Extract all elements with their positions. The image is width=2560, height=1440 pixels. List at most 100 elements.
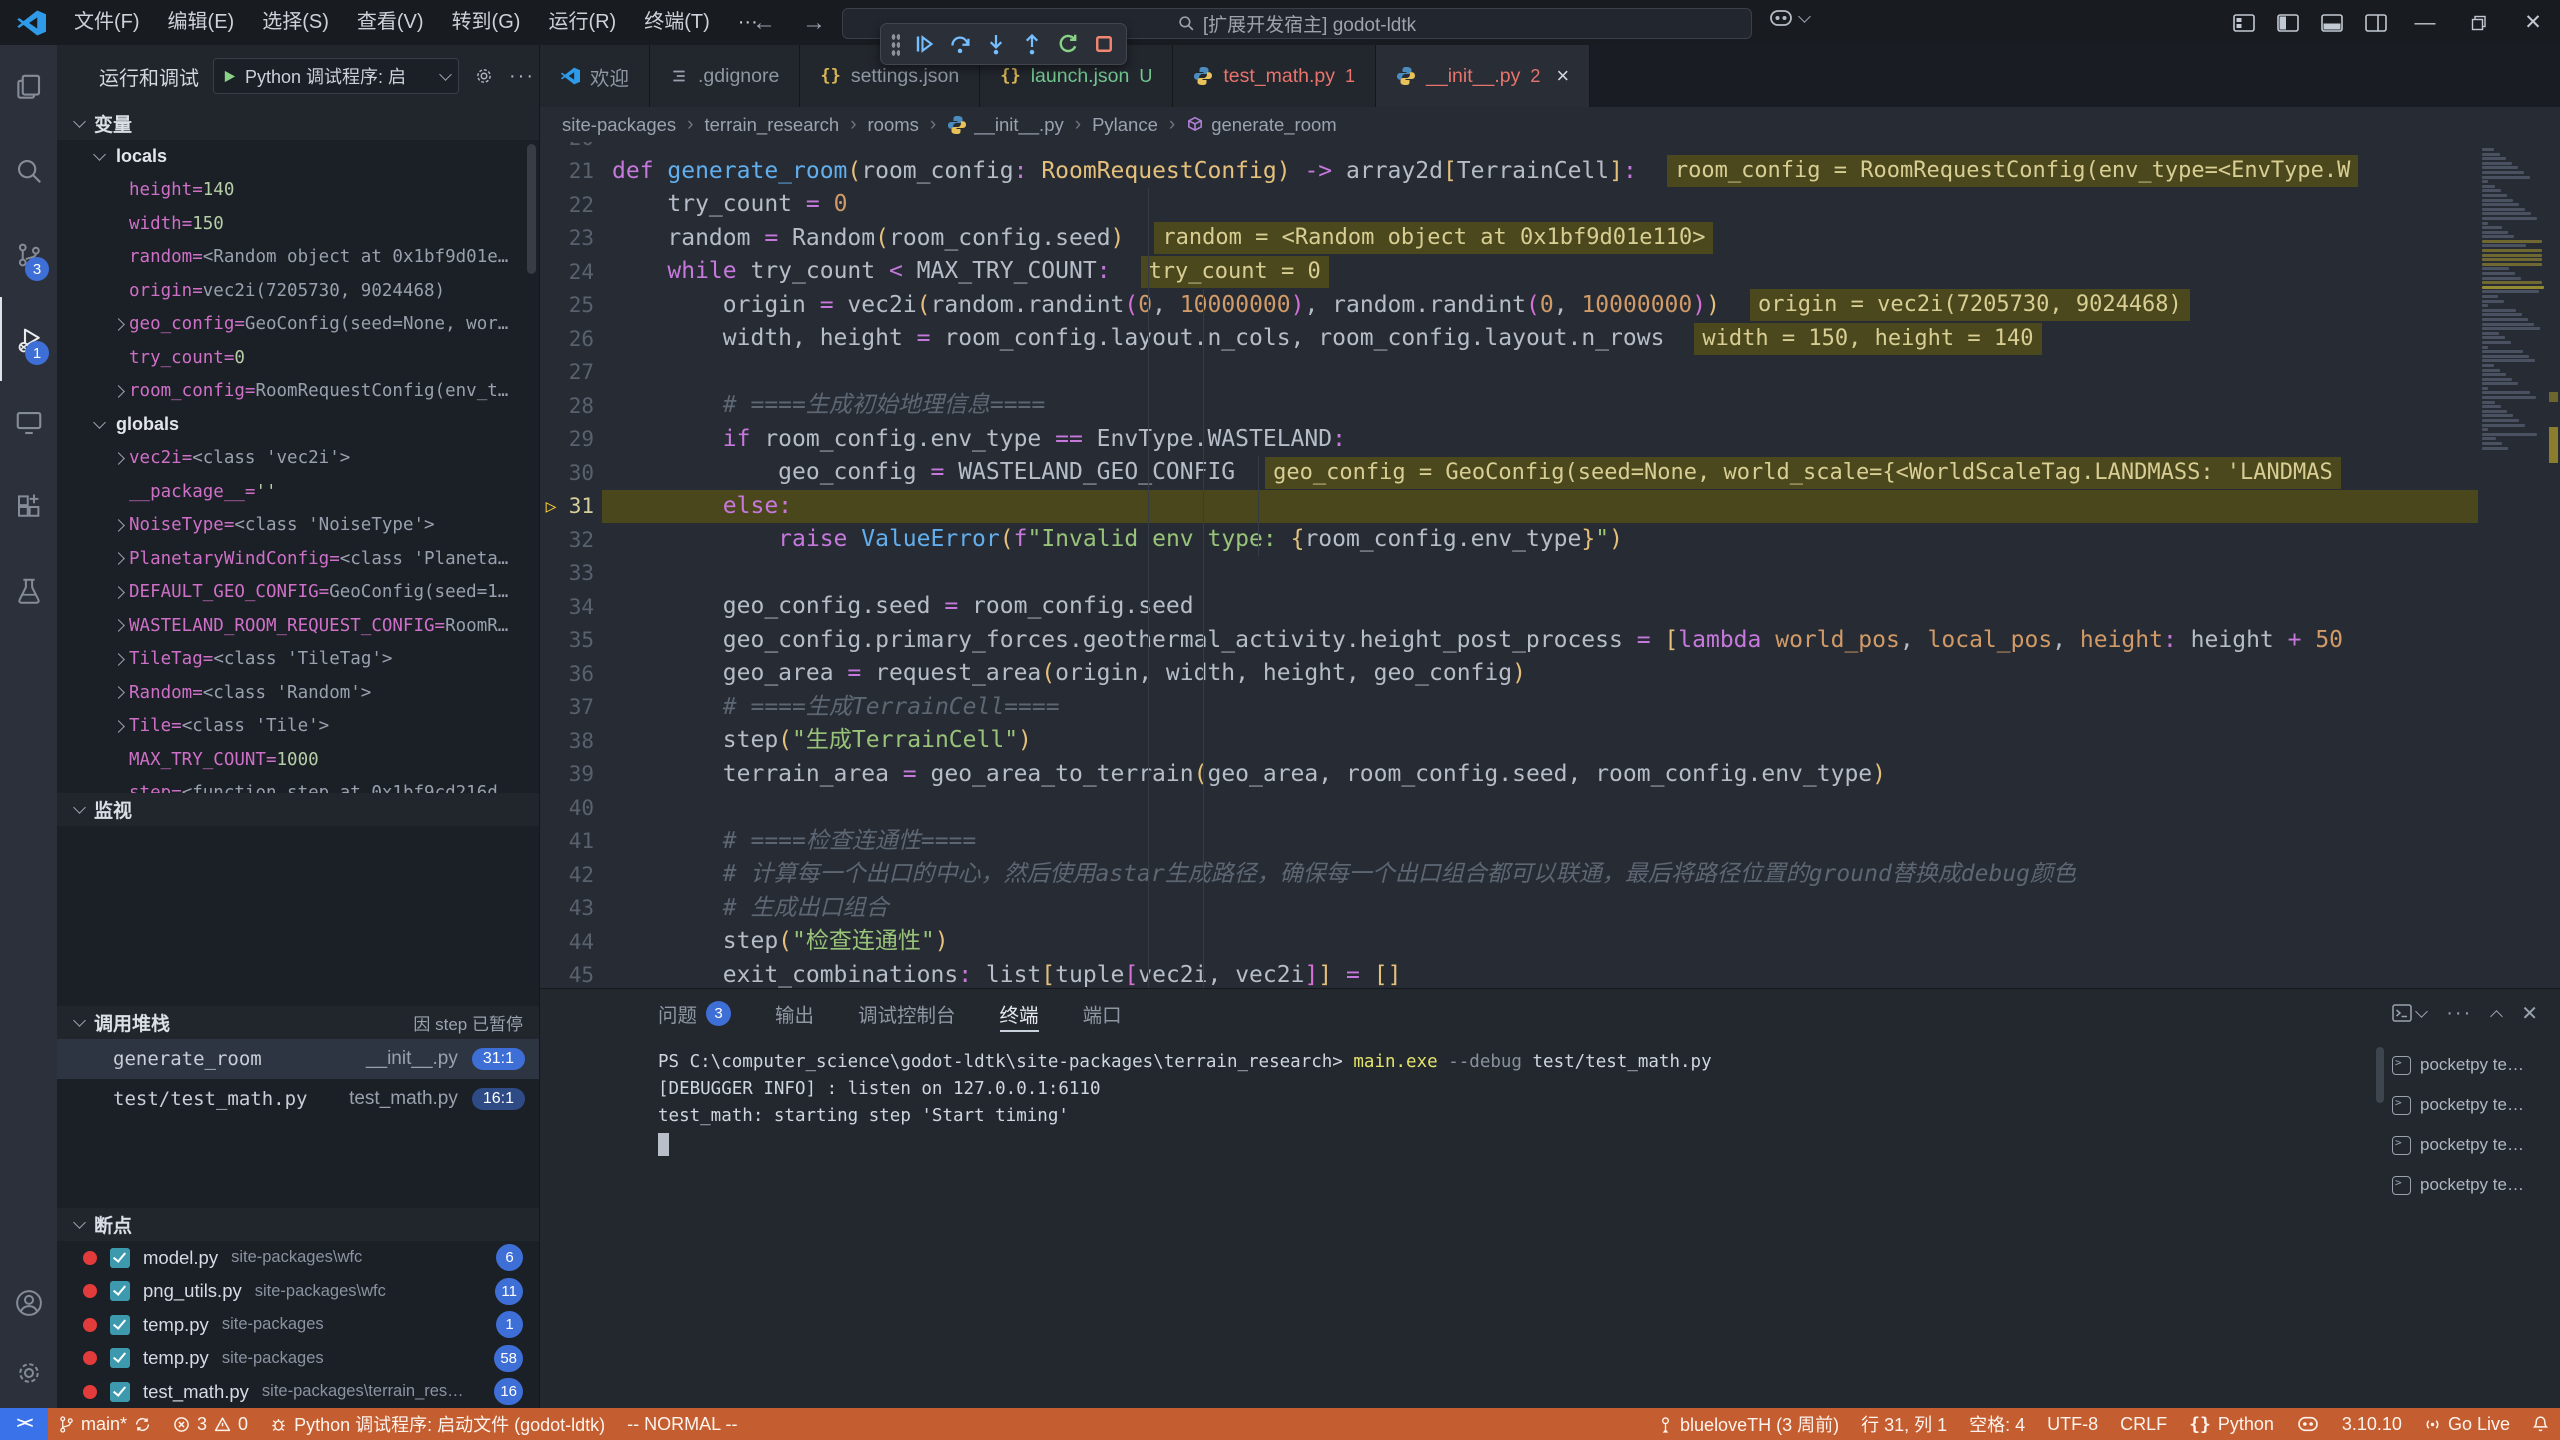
terminal-instance-item[interactable]: pocketpy te… [2392, 1085, 2550, 1125]
line-gutter[interactable]: 41 [540, 825, 602, 859]
variable-row[interactable]: __package__ = '' [57, 475, 539, 509]
menu-item[interactable]: 终端(T) [630, 0, 724, 45]
variable-row[interactable]: NoiseType = <class 'NoiseType'> [57, 509, 539, 543]
menu-item[interactable]: 编辑(E) [154, 0, 249, 45]
code-line[interactable]: 36 geo_area = request_area(origin, width… [540, 657, 2560, 691]
breakpoint-checkbox[interactable] [110, 1382, 130, 1402]
code-line[interactable]: 25 origin = vec2i(random.randint(0, 1000… [540, 289, 2560, 323]
terminal-output[interactable]: PS C:\computer_science\godot-ldtk\site-p… [540, 1037, 2560, 1156]
line-gutter[interactable]: 34 [540, 590, 602, 624]
variables-group-globals[interactable]: globals [57, 408, 539, 442]
breakpoint-row[interactable]: temp.pysite-packages58 [57, 1342, 539, 1376]
debug-step-into-button[interactable] [984, 32, 1008, 56]
variable-row[interactable]: try_count = 0 [57, 341, 539, 375]
activity-remote-explorer-icon[interactable] [0, 381, 57, 465]
line-gutter[interactable]: ▷31 [540, 490, 602, 524]
encoding-item[interactable]: UTF-8 [2036, 1408, 2109, 1440]
variable-row[interactable]: DEFAULT_GEO_CONFIG = GeoConfig(seed=1… [57, 576, 539, 610]
git-blame-item[interactable]: blueloveTH (3 周前) [1647, 1408, 1850, 1440]
cursor-position-item[interactable]: 行 31, 列 1 [1850, 1408, 1958, 1440]
code-line[interactable]: 45 exit_combinations: list[tuple[vec2i, … [540, 959, 2560, 989]
line-gutter[interactable]: 24 [540, 255, 602, 289]
debug-restart-button[interactable] [1056, 32, 1080, 56]
tab-test_math.py[interactable]: test_math.py1 [1173, 45, 1376, 107]
menu-item[interactable]: 运行(R) [534, 0, 630, 45]
chevron-down-icon[interactable] [2415, 1005, 2428, 1018]
code-line[interactable]: 21def generate_room(room_config: RoomReq… [540, 155, 2560, 189]
line-gutter[interactable]: 40 [540, 791, 602, 825]
code-line[interactable]: 20 [540, 142, 2560, 155]
remote-indicator[interactable]: >< [0, 1408, 48, 1440]
code-line[interactable]: 27 [540, 356, 2560, 390]
line-gutter[interactable]: 37 [540, 691, 602, 725]
panel-tab-调试控制台[interactable]: 调试控制台 [858, 989, 956, 1037]
line-gutter[interactable]: 32 [540, 523, 602, 557]
debug-continue-button[interactable] [912, 32, 936, 56]
menu-item[interactable]: 查看(V) [343, 0, 438, 45]
new-terminal-button[interactable] [2392, 1004, 2426, 1022]
account-icon[interactable] [0, 1268, 57, 1338]
breakpoint-checkbox[interactable] [110, 1248, 130, 1268]
python-version-item[interactable]: 3.10.10 [2331, 1408, 2413, 1440]
settings-gear-icon[interactable] [0, 1338, 57, 1408]
drag-grip-icon[interactable] [891, 32, 900, 56]
close-window-button[interactable]: ✕ [2506, 0, 2560, 45]
more-actions-icon[interactable]: ··· [509, 65, 535, 88]
code-line[interactable]: 29 if room_config.env_type == EnvType.WA… [540, 423, 2560, 457]
variable-row[interactable]: vec2i = <class 'vec2i'> [57, 442, 539, 476]
code-line[interactable]: 33 [540, 557, 2560, 591]
breakpoint-checkbox[interactable] [110, 1281, 130, 1301]
breadcrumb-item[interactable]: site-packages [562, 114, 676, 136]
breadcrumb-item[interactable]: generate_room [1186, 114, 1336, 136]
problems-item[interactable]: 3 0 [162, 1408, 259, 1440]
code-line[interactable]: 39 terrain_area = geo_area_to_terrain(ge… [540, 758, 2560, 792]
breakpoint-row[interactable]: temp.pysite-packages1 [57, 1308, 539, 1342]
debug-stop-button[interactable] [1092, 32, 1116, 56]
close-icon[interactable]: × [1556, 63, 1569, 89]
start-debug-icon[interactable] [222, 69, 237, 84]
notifications-bell-icon[interactable] [2521, 1408, 2560, 1440]
breadcrumb-item[interactable]: terrain_research [704, 114, 839, 136]
line-gutter[interactable]: 36 [540, 657, 602, 691]
breakpoint-checkbox[interactable] [110, 1315, 130, 1335]
line-gutter[interactable]: 45 [540, 959, 602, 989]
code-line[interactable]: 42 # 计算每一个出口的中心，然后使用astar生成路径，确保每一个出口组合都… [540, 858, 2560, 892]
tab-.gdignore[interactable]: .gdignore [650, 45, 800, 107]
line-gutter[interactable]: 29 [540, 423, 602, 457]
activity-testing-icon[interactable] [0, 549, 57, 633]
debug-session-item[interactable]: Python 调试程序: 启动文件 (godot-ldtk) [259, 1408, 616, 1440]
code-line[interactable]: 44 step("检查连通性") [540, 925, 2560, 959]
variable-row[interactable]: room_config = RoomRequestConfig(env_t… [57, 375, 539, 409]
line-gutter[interactable]: 23 [540, 222, 602, 256]
line-gutter[interactable]: 26 [540, 322, 602, 356]
code-line[interactable]: 40 [540, 791, 2560, 825]
terminal-instance-item[interactable]: pocketpy te… [2392, 1045, 2550, 1085]
code-line[interactable]: 24 while try_count < MAX_TRY_COUNT:try_c… [540, 255, 2560, 289]
breakpoint-checkbox[interactable] [110, 1348, 130, 1368]
line-gutter[interactable]: 44 [540, 925, 602, 959]
panel-tab-问题[interactable]: 问题3 [658, 989, 731, 1037]
variable-row[interactable]: origin = vec2i(7205730, 9024468) [57, 274, 539, 308]
line-gutter[interactable]: 25 [540, 289, 602, 323]
line-gutter[interactable]: 21 [540, 155, 602, 189]
breakpoint-row[interactable]: model.pysite-packages\wfc6 [57, 1241, 539, 1275]
line-gutter[interactable]: 20 [540, 142, 602, 155]
line-gutter[interactable]: 30 [540, 456, 602, 490]
callstack-frame[interactable]: generate_room__init__.py31:1 [57, 1039, 539, 1079]
customize-layout-icon[interactable] [2233, 14, 2255, 32]
code-line[interactable]: 35 geo_config.primary_forces.geothermal_… [540, 624, 2560, 658]
variable-row[interactable]: geo_config = GeoConfig(seed=None, wor… [57, 308, 539, 342]
activity-run-debug-icon[interactable]: 1 [0, 297, 57, 381]
line-gutter[interactable]: 43 [540, 892, 602, 926]
eol-item[interactable]: CRLF [2109, 1408, 2178, 1440]
variable-row[interactable]: height = 140 [57, 174, 539, 208]
terminal-instance-item[interactable]: pocketpy te… [2392, 1165, 2550, 1205]
code-line[interactable]: 43 # 生成出口组合 [540, 892, 2560, 926]
code-line[interactable]: ▷31 else: [540, 490, 2560, 524]
variable-row[interactable]: Tile = <class 'Tile'> [57, 710, 539, 744]
toggle-sidebar-icon[interactable] [2277, 14, 2299, 32]
line-gutter[interactable]: 42 [540, 858, 602, 892]
panel-tab-终端[interactable]: 终端 [1000, 989, 1039, 1037]
menu-item[interactable]: 转到(G) [438, 0, 535, 45]
code-line[interactable]: 34 geo_config.seed = room_config.seed [540, 590, 2560, 624]
